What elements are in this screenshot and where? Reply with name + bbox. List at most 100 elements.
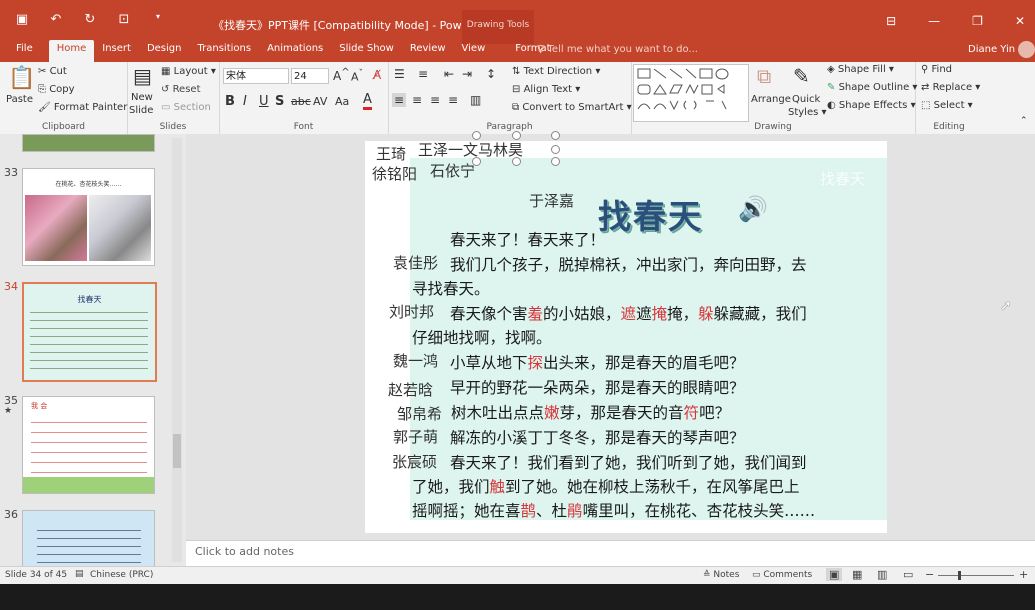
undo-icon[interactable]: ↶ [48,12,64,27]
strikethrough-icon[interactable]: abc [291,95,311,108]
tab-insert[interactable]: Insert [94,40,139,62]
tab-animations[interactable]: Animations [259,40,331,62]
reset-button[interactable]: ↺ Reset [161,84,201,95]
resize-handle[interactable] [472,131,481,140]
resize-handle[interactable] [551,145,560,154]
quick-styles-button[interactable]: Quick [792,94,820,105]
collapse-ribbon-icon[interactable]: ⌃ [1020,116,1028,126]
slide-sorter-icon[interactable]: ▦ [852,568,862,581]
thumbnail-32-partial[interactable] [22,134,155,152]
smartart-button[interactable]: ⧉ Convert to SmartArt ▾ [512,102,632,113]
underline-icon[interactable]: U [259,94,269,109]
restore-icon[interactable]: ❐ [972,14,983,28]
align-right-icon[interactable]: ≡ [430,93,440,107]
align-text-button[interactable]: ⊟ Align Text ▾ [512,84,580,95]
cut-button[interactable]: ✂ Cut [38,66,67,77]
zoom-in-icon[interactable]: + [1019,568,1028,581]
font-color-icon[interactable]: A [363,93,372,110]
quick-styles-icon[interactable]: ✎ [793,64,810,88]
line-spacing-icon[interactable]: ↕ [486,67,496,81]
notes-placeholder[interactable]: Click to add notes [195,545,294,558]
change-case-icon[interactable]: Aa [335,95,349,108]
spellcheck-icon[interactable]: ▤ [75,569,84,579]
present-icon[interactable]: ⊡ [116,12,132,27]
copy-button[interactable]: ⎘ Copy [38,84,75,95]
notes-toggle[interactable]: ≙ Notes [703,570,739,580]
save-icon[interactable]: ▣ [14,12,30,27]
notes-pane[interactable]: Click to add notes [186,540,1035,567]
italic-icon[interactable]: I [243,94,247,109]
clear-formatting-icon[interactable]: A̸ [373,68,381,82]
language-indicator[interactable]: Chinese (PRC) [90,570,153,580]
layout-button[interactable]: ▦ Layout ▾ [161,66,216,77]
avatar[interactable] [1018,41,1035,58]
align-center-icon[interactable]: ≡ [412,93,422,107]
tab-view[interactable]: View [454,40,494,62]
shape-outline-button[interactable]: ✎ Shape Outline ▾ [827,82,917,93]
arrange-button[interactable]: Arrange [751,94,791,105]
resize-handle[interactable] [512,157,521,166]
shape-effects-button[interactable]: ◐ Shape Effects ▾ [827,100,916,111]
thumbnail-33[interactable]: 在桃花、杏花枝头笑…… [22,168,155,266]
zoom-out-icon[interactable]: − [925,568,934,581]
new-slide-icon[interactable]: ▤ [133,64,152,88]
align-left-icon[interactable]: ≡ [392,93,407,107]
shadow-icon[interactable]: S [275,94,284,109]
grow-font-icon[interactable]: A^ [333,67,350,83]
resize-handle[interactable] [551,157,560,166]
new-slide-button[interactable]: New [131,92,153,103]
thumbnail-scrollbar-thumb[interactable] [173,434,181,468]
customize-qat-icon[interactable]: ▾ [150,12,166,27]
arrange-icon[interactable]: ⧉ [757,64,771,88]
redo-icon[interactable]: ↻ [82,12,98,27]
bold-icon[interactable]: B [225,94,235,109]
normal-view-icon[interactable]: ▣ [826,568,843,581]
quick-styles-button-line2[interactable]: Styles ▾ [788,107,827,118]
zoom-slider-thumb[interactable] [958,571,961,580]
slideshow-icon[interactable]: ▭ [903,568,913,581]
tab-review[interactable]: Review [402,40,454,62]
columns-icon[interactable]: ▥ [470,93,481,107]
char-spacing-icon[interactable]: AV [313,95,327,108]
ribbon-display-icon[interactable]: ⊟ [886,14,896,28]
font-name-field[interactable]: 宋体 [223,68,289,84]
minimize-icon[interactable]: — [928,14,940,28]
resize-handle[interactable] [551,131,560,140]
increase-indent-icon[interactable]: ⇥ [462,67,472,81]
thumbnail-36[interactable] [22,510,155,568]
section-button[interactable]: ▭ Section [161,102,211,113]
decrease-indent-icon[interactable]: ⇤ [444,67,454,81]
tab-file[interactable]: File [0,40,49,62]
tab-home[interactable]: Home [48,40,95,62]
selected-textbox[interactable]: 王泽一文马林昊 [418,139,523,160]
text-direction-button[interactable]: ⇅ Text Direction ▾ [512,66,600,77]
justify-icon[interactable]: ≡ [448,93,458,107]
find-button[interactable]: ⚲ Find [921,64,952,75]
speaker-icon[interactable]: 🔊 [738,195,768,223]
reading-view-icon[interactable]: ▥ [877,568,887,581]
paste-button[interactable]: Paste [6,94,33,105]
shape-fill-button[interactable]: ◈ Shape Fill ▾ [827,64,894,75]
bullets-icon[interactable]: ☰ [394,67,405,81]
tab-slide-show[interactable]: Slide Show [331,40,402,62]
format-painter-button[interactable]: 🖌 Format Painter [38,102,127,113]
numbering-icon[interactable]: ≡ [418,67,428,81]
select-button[interactable]: ⬚ Select ▾ [921,100,973,111]
paste-icon[interactable]: 📋 [8,66,35,91]
user-name[interactable]: Diane Yin [968,44,1015,55]
replace-button[interactable]: ⇄ Replace ▾ [921,82,980,93]
close-icon[interactable]: ✕ [1015,14,1025,28]
resize-handle[interactable] [512,131,521,140]
thumbnail-35[interactable]: 我 会 [22,396,155,494]
new-slide-button-line2[interactable]: Slide [129,105,153,116]
font-size-field[interactable]: 24 [291,68,329,84]
shrink-font-icon[interactable]: Aˇ [351,68,363,84]
comments-toggle[interactable]: ▭ Comments [752,570,812,580]
tab-design[interactable]: Design [139,40,190,62]
thumbnail-34-selected[interactable]: 找春天 [22,282,157,382]
thumbnail-scrollbar[interactable] [172,138,182,562]
shapes-gallery[interactable] [633,64,749,122]
tell-me-search[interactable]: ♀ Tell me what you want to do... [537,44,698,55]
tab-transitions[interactable]: Transitions [189,40,259,62]
zoom-slider[interactable] [938,575,1014,576]
